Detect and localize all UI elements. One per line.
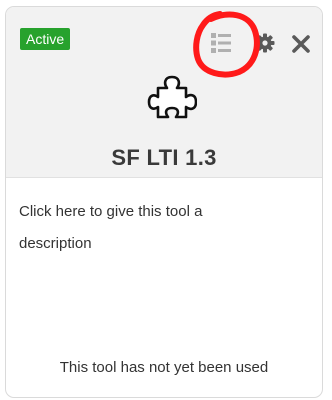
usage-status: This tool has not yet been used (59, 359, 269, 376)
list-icon[interactable] (209, 30, 233, 56)
puzzle-piece-icon (147, 75, 197, 119)
tool-card: Active SF LTI 1.3 Click here to give thi… (5, 6, 323, 398)
description-link[interactable]: Click here to give this tool a descripti… (19, 196, 274, 260)
tool-card-header: Active SF LTI 1.3 (6, 7, 322, 178)
gear-icon[interactable] (254, 32, 276, 54)
close-icon[interactable] (291, 34, 311, 54)
tool-title: SF LTI 1.3 (111, 145, 217, 170)
status-badge: Active (20, 28, 71, 50)
